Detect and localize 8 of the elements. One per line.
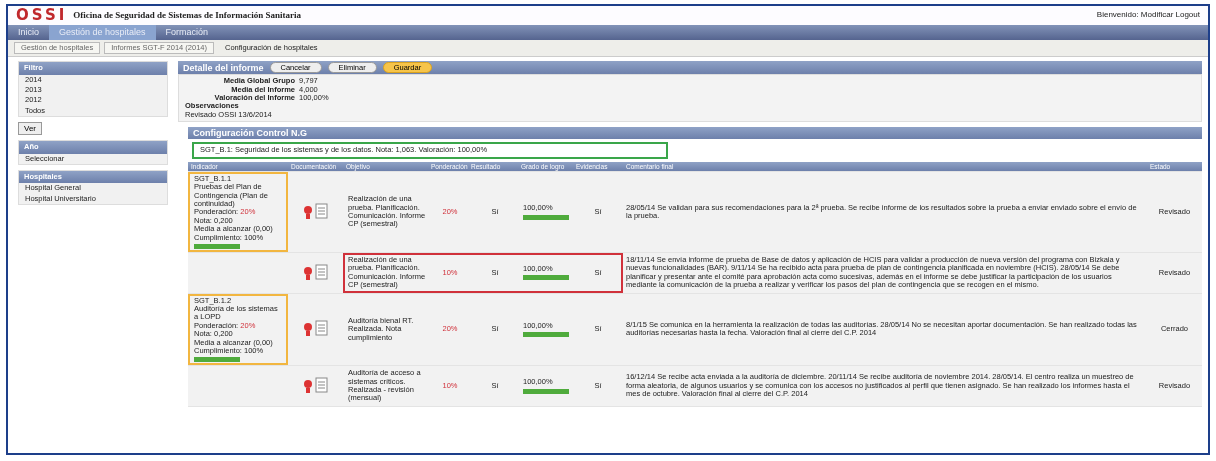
nav-tab[interactable]: Inicio — [8, 24, 49, 40]
logo: OSSI — [16, 7, 68, 24]
user-links: Bienvenido: Modificar Logout — [1096, 10, 1200, 20]
section-title: Configuración Control N.G — [193, 128, 307, 139]
detail-title: Detalle del informe — [183, 62, 264, 73]
view-button[interactable]: Ver — [18, 122, 42, 136]
site-title: Oficina de Seguridad de Sistemas de Información Sanitaria — [73, 10, 302, 21]
nav-tab[interactable]: Formación — [155, 24, 219, 40]
